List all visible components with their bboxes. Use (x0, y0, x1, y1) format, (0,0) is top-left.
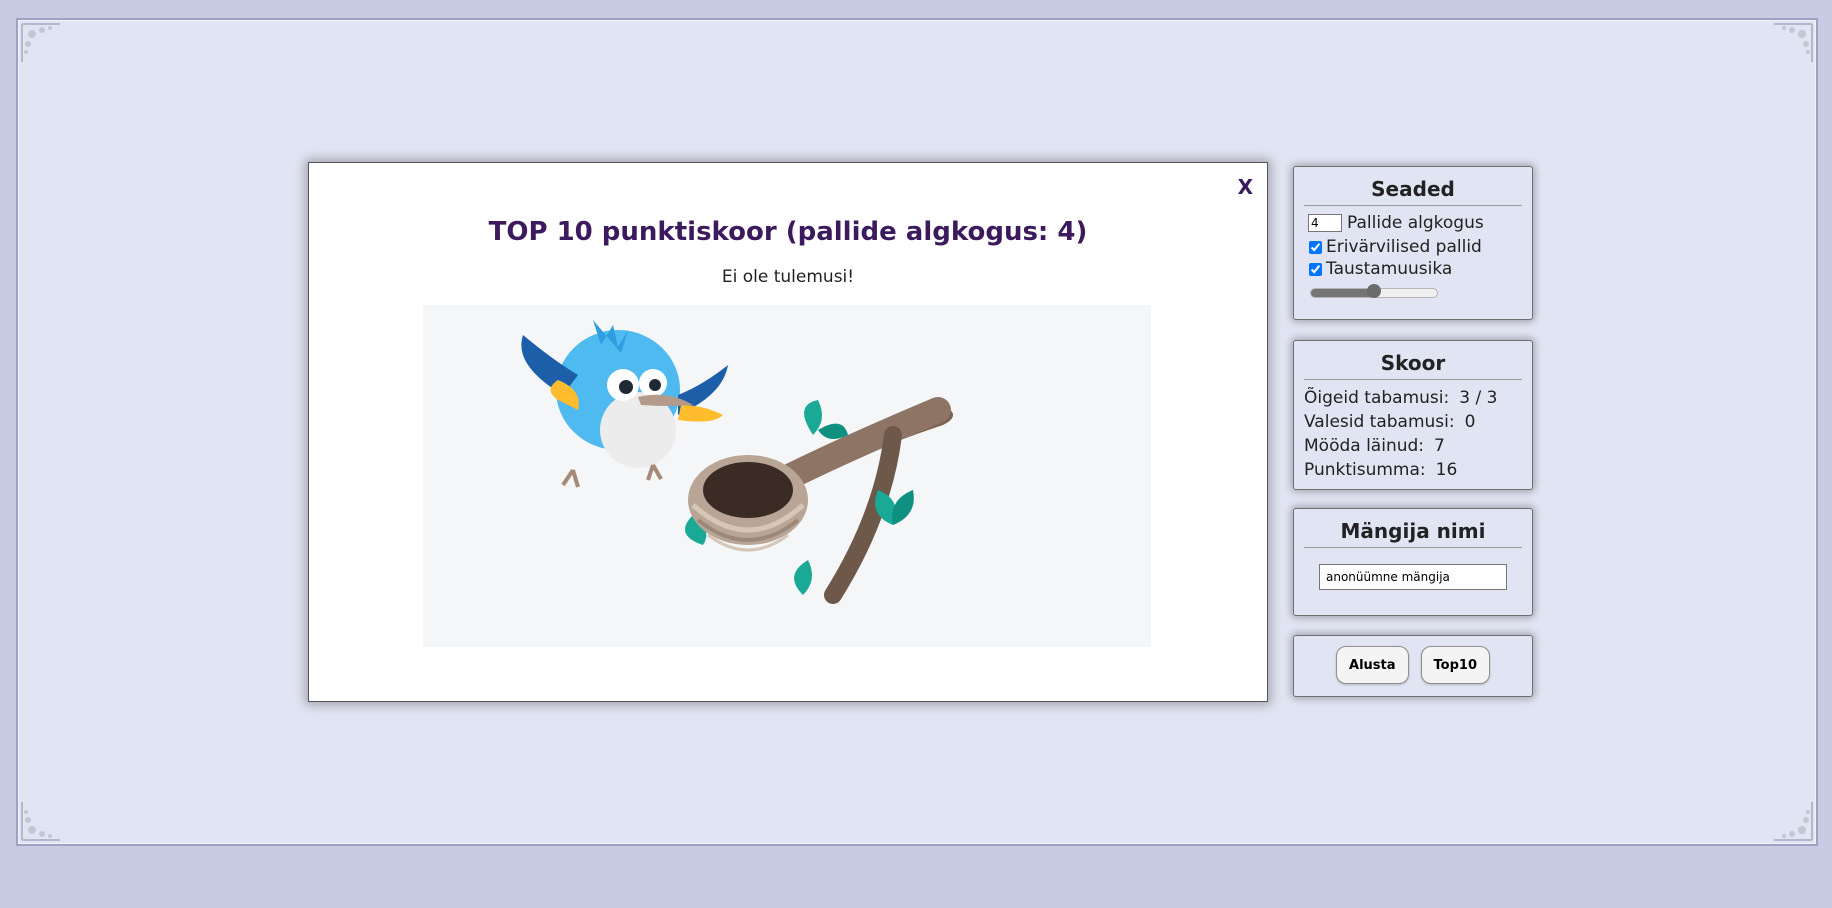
score-value: 3 / 3 (1459, 388, 1498, 408)
player-name-input[interactable] (1319, 564, 1507, 590)
volume-slider-fill (1311, 289, 1374, 297)
score-label: Valesid tabamusi: (1304, 412, 1455, 432)
score-label: Punktisumma: (1304, 460, 1426, 480)
bird-nest-illustration (423, 305, 1151, 647)
modal-title: TOP 10 punktiskoor (pallide algkogus: 4) (488, 217, 1088, 247)
colored-balls-checkbox[interactable] (1309, 240, 1322, 254)
score-row: Mööda läinud: 7 (1304, 434, 1532, 458)
corner-ornament-icon (21, 23, 60, 62)
background-music-label: Taustamuusika (1326, 259, 1453, 279)
ball-count-label: Pallide algkogus (1347, 213, 1484, 233)
score-value: 7 (1434, 436, 1445, 456)
player-name-panel: Mängija nimi (1293, 508, 1533, 616)
corner-ornament-icon (1774, 23, 1813, 62)
close-button[interactable]: X (1238, 175, 1253, 199)
volume-slider[interactable] (1310, 284, 1438, 298)
settings-title: Seaded (1304, 177, 1522, 206)
bird-and-nest-icon (521, 320, 953, 604)
score-row: Õigeid tabamusi: 3 / 3 (1304, 386, 1532, 410)
top10-modal: X TOP 10 punktiskoor (pallide algkogus: … (308, 162, 1268, 702)
ball-count-input[interactable] (1308, 214, 1342, 232)
empty-results-message: Ei ole tulemusi! (721, 267, 855, 287)
top10-button[interactable]: Top10 (1420, 646, 1490, 684)
corner-ornament-icon (21, 802, 60, 841)
score-label: Mööda läinud: (1304, 436, 1425, 456)
score-panel: Skoor Õigeid tabamusi: 3 / 3 Valesid tab… (1293, 340, 1533, 490)
background-music-checkbox[interactable] (1309, 262, 1322, 276)
score-label: Õigeid tabamusi: (1304, 388, 1450, 408)
volume-slider-thumb[interactable] (1367, 284, 1381, 298)
corner-ornament-icon (1774, 802, 1813, 841)
score-row: Valesid tabamusi: 0 (1304, 410, 1532, 434)
actions-panel: Alusta Top10 (1293, 635, 1533, 697)
score-title: Skoor (1304, 351, 1522, 380)
score-value: 0 (1464, 412, 1476, 432)
score-row: Punktisumma: 16 (1304, 458, 1532, 482)
score-value: 16 (1435, 460, 1458, 480)
start-button[interactable]: Alusta (1336, 646, 1409, 684)
colored-balls-label: Erivärvilised pallid (1326, 237, 1482, 257)
player-name-title: Mängija nimi (1304, 519, 1522, 548)
settings-panel: Seaded Pallide algkogus Erivärvilised pa… (1293, 166, 1533, 320)
